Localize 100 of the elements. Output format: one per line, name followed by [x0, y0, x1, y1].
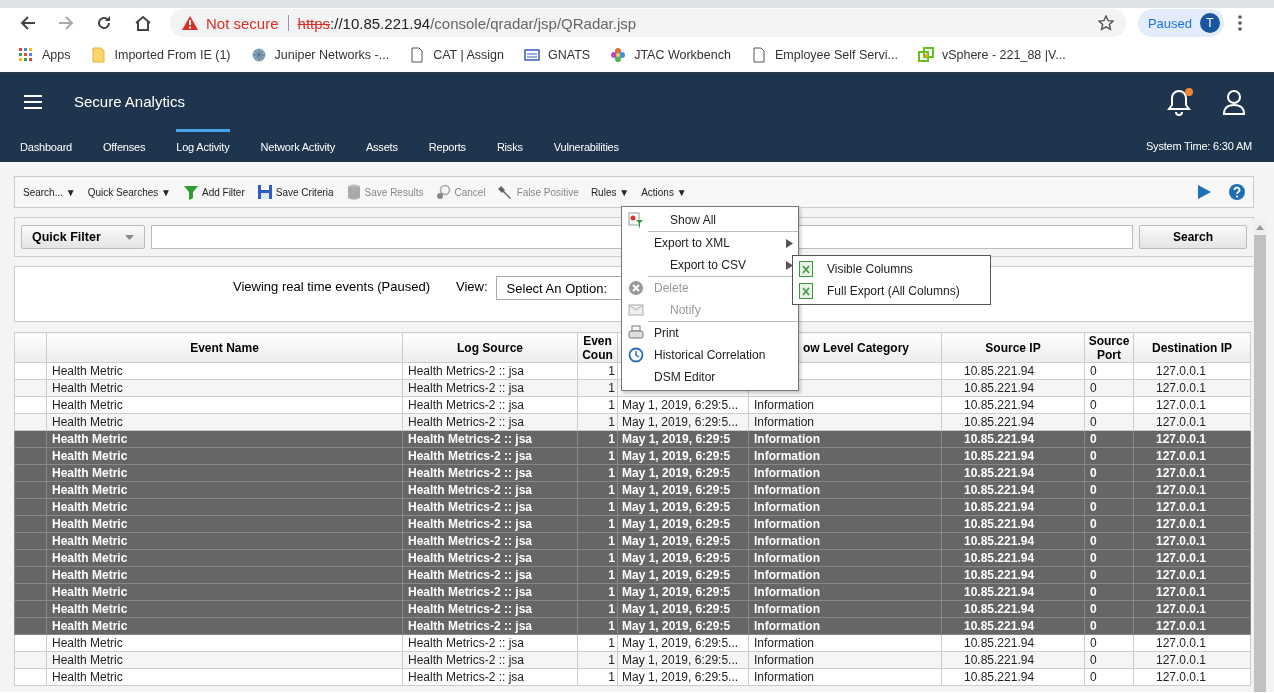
- table-cell: 1: [577, 396, 618, 414]
- table-cell: Health Metric: [46, 413, 403, 431]
- table-cell: 0: [1084, 583, 1134, 601]
- table-cell: Health Metric: [46, 430, 403, 448]
- table-cell: Health Metrics-2 :: jsa: [402, 532, 578, 550]
- table-cell: 10.85.221.94: [941, 515, 1085, 533]
- table-cell: Health Metric: [46, 447, 403, 465]
- table-cell: May 1, 2019, 6:29:5: [617, 515, 749, 533]
- table-cell: 127.0.0.1: [1133, 583, 1251, 601]
- table-cell: 1: [577, 600, 618, 618]
- table-cell: 0: [1084, 481, 1134, 499]
- table-cell: 127.0.0.1: [1133, 481, 1251, 499]
- table-cell: Health Metrics-2 :: jsa: [402, 651, 578, 669]
- table-cell: May 1, 2019, 6:29:5...: [617, 668, 749, 686]
- table-cell: Health Metrics-2 :: jsa: [402, 481, 578, 499]
- table-cell: 10.85.221.94: [941, 566, 1085, 584]
- table-cell: 127.0.0.1: [1133, 413, 1251, 431]
- table-cell: 1: [577, 549, 618, 567]
- table-cell: 10.85.221.94: [941, 396, 1085, 414]
- table-cell: 0: [1084, 566, 1134, 584]
- table-cell: Health Metric: [46, 396, 403, 414]
- table-cell: 10.85.221.94: [941, 668, 1085, 686]
- table-cell: 10.85.221.94: [941, 447, 1085, 465]
- table-cell: Health Metric: [46, 379, 403, 397]
- table-cell: 127.0.0.1: [1133, 464, 1251, 482]
- table-cell: Health Metrics-2 :: jsa: [402, 430, 578, 448]
- table-cell: Health Metric: [46, 566, 403, 584]
- table-cell: 127.0.0.1: [1133, 532, 1251, 550]
- view-label: View:: [456, 279, 488, 294]
- table-cell: 127.0.0.1: [1133, 651, 1251, 669]
- table-cell: Information: [748, 600, 942, 618]
- table-cell: May 1, 2019, 6:29:5...: [617, 413, 749, 431]
- table-cell: Health Metric: [46, 600, 403, 618]
- table-cell: May 1, 2019, 6:29:5...: [617, 634, 749, 652]
- table-cell: Health Metrics-2 :: jsa: [402, 566, 578, 584]
- table-cell: 1: [577, 515, 618, 533]
- table-cell: Information: [748, 617, 942, 635]
- table-cell: 127.0.0.1: [1133, 447, 1251, 465]
- table-cell: May 1, 2019, 6:29:5: [617, 600, 749, 618]
- table-cell: 1: [577, 481, 618, 499]
- table-cell: Health Metrics-2 :: jsa: [402, 413, 578, 431]
- table-cell: May 1, 2019, 6:29:5: [617, 566, 749, 584]
- table-cell: 1: [577, 498, 618, 516]
- table-cell: Health Metrics-2 :: jsa: [402, 668, 578, 686]
- table-cell: Health Metric: [46, 498, 403, 516]
- table-cell: 0: [1084, 464, 1134, 482]
- table-cell: Health Metrics-2 :: jsa: [402, 600, 578, 618]
- table-cell: Health Metrics-2 :: jsa: [402, 498, 578, 516]
- table-cell: 1: [577, 617, 618, 635]
- table-cell: 127.0.0.1: [1133, 379, 1251, 397]
- table-cell: 0: [1084, 668, 1134, 686]
- table-cell: Information: [748, 481, 942, 499]
- security-label: Not secure: [206, 14, 279, 32]
- table-cell: 0: [1084, 651, 1134, 669]
- avatar: T: [1200, 13, 1220, 33]
- url-text: https://10.85.221.94/console/qradar/jsp/QRadar.jsp: [297, 14, 637, 32]
- table-cell: 127.0.0.1: [1133, 396, 1251, 414]
- table-cell: Information: [748, 532, 942, 550]
- table-cell: Health Metric: [46, 634, 403, 652]
- table-cell: Health Metric: [46, 481, 403, 499]
- table-cell: Health Metrics-2 :: jsa: [402, 634, 578, 652]
- table-cell: May 1, 2019, 6:29:5: [617, 481, 749, 499]
- table-cell: 0: [1084, 600, 1134, 618]
- table-cell: 10.85.221.94: [941, 549, 1085, 567]
- table-cell: Health Metrics-2 :: jsa: [402, 549, 578, 567]
- table-cell: 0: [1084, 430, 1134, 448]
- table-cell: May 1, 2019, 6:29:5...: [617, 396, 749, 414]
- table-cell: Information: [748, 515, 942, 533]
- table-cell: 1: [577, 362, 618, 380]
- table-cell: Health Metric: [46, 532, 403, 550]
- table-cell: May 1, 2019, 6:29:5: [617, 549, 749, 567]
- table-cell: Health Metric: [46, 464, 403, 482]
- table-cell: Information: [748, 447, 942, 465]
- table-cell: Health Metrics-2 :: jsa: [402, 583, 578, 601]
- table-cell: 0: [1084, 413, 1134, 431]
- table-cell: May 1, 2019, 6:29:5: [617, 617, 749, 635]
- table-cell: 0: [1084, 549, 1134, 567]
- table-cell: 127.0.0.1: [1133, 549, 1251, 567]
- table-cell: 127.0.0.1: [1133, 617, 1251, 635]
- table-cell: 10.85.221.94: [941, 617, 1085, 635]
- table-cell: Health Metrics-2 :: jsa: [402, 379, 578, 397]
- table-cell: 10.85.221.94: [941, 651, 1085, 669]
- table-cell: Information: [748, 464, 942, 482]
- table-cell: Information: [748, 498, 942, 516]
- table-cell: Health Metrics-2 :: jsa: [402, 617, 578, 635]
- table-cell: 0: [1084, 515, 1134, 533]
- table-cell: Health Metric: [46, 583, 403, 601]
- table-cell: May 1, 2019, 6:29:5...: [617, 651, 749, 669]
- table-cell: Information: [748, 549, 942, 567]
- table-cell: 0: [1084, 447, 1134, 465]
- table-cell: 1: [577, 379, 618, 397]
- table-cell: 10.85.221.94: [941, 498, 1085, 516]
- table-cell: 0: [1084, 498, 1134, 516]
- table-cell: Information: [748, 430, 942, 448]
- table-cell: 1: [577, 532, 618, 550]
- table-cell: 1: [577, 651, 618, 669]
- table-cell: Health Metric: [46, 362, 403, 380]
- table-cell: 0: [1084, 396, 1134, 414]
- table-cell: 127.0.0.1: [1133, 430, 1251, 448]
- table-cell: 127.0.0.1: [1133, 362, 1251, 380]
